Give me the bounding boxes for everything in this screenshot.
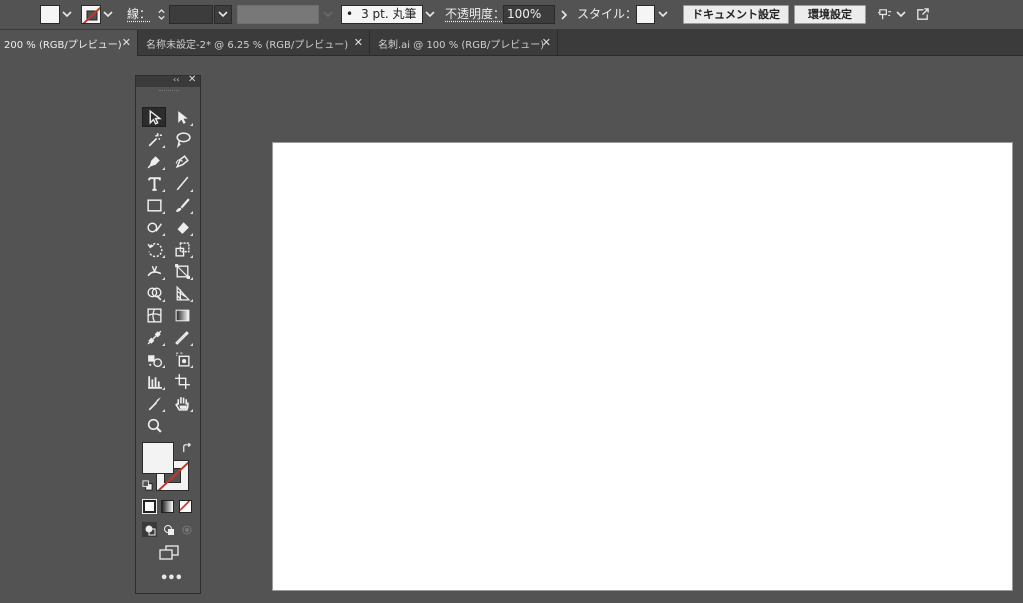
document-tab-bar: 200 % (RGB/プレビュー) ✕ 名称未設定-2* @ 6.25 % (R… [0, 30, 1023, 56]
fill-swatch[interactable] [40, 5, 60, 24]
color-mode-button[interactable] [142, 499, 157, 514]
variable-width-profile-field [237, 5, 319, 24]
opacity-label[interactable]: 不透明度： [445, 5, 505, 24]
collapse-panel-icon[interactable]: ‹‹ [173, 75, 179, 84]
tab-document-2[interactable]: 名称未設定-2* @ 6.25 % (RGB/プレビュー) ✕ [142, 30, 370, 56]
zoom-tool-icon[interactable] [142, 415, 166, 435]
gradient-mode-button[interactable] [161, 500, 174, 513]
shape-builder-tool-icon[interactable] [142, 283, 166, 303]
stroke-weight-stepper-icon[interactable] [154, 5, 168, 24]
tab-document-1[interactable]: 200 % (RGB/プレビュー) ✕ [0, 30, 138, 56]
knife-tool-icon[interactable] [142, 393, 166, 413]
tab-label: 名刺.ai @ 100 % (RGB/プレビュー) [378, 39, 545, 51]
artboard-slice-tool-icon[interactable] [170, 349, 194, 369]
draw-behind-icon[interactable] [161, 522, 176, 537]
close-icon[interactable]: ✕ [122, 37, 131, 49]
share-export-icon[interactable] [913, 5, 931, 24]
symbol-sprayer-tool-icon[interactable] [142, 349, 166, 369]
style-label: スタイル： [577, 7, 638, 21]
opacity-input[interactable]: 100% [503, 5, 555, 24]
curvature-tool-icon[interactable] [170, 151, 194, 171]
type-tool-icon[interactable] [142, 173, 166, 193]
perspective-grid-tool-icon[interactable] [170, 283, 194, 303]
stroke-swatch[interactable] [81, 5, 101, 24]
width-tool-icon[interactable] [142, 261, 166, 281]
tab-document-3[interactable]: 名刺.ai @ 100 % (RGB/プレビュー) ✕ [374, 30, 558, 56]
brush-dot-icon: • [346, 7, 354, 21]
tab-label: 200 % (RGB/プレビュー) [4, 39, 122, 51]
draw-normal-icon[interactable] [142, 522, 157, 537]
arrange-documents-icon[interactable] [875, 5, 893, 24]
tab-label: 名称未設定-2* @ 6.25 % (RGB/プレビュー) [146, 39, 349, 51]
brush-definition-value: 3 pt. 丸筆 [361, 7, 417, 21]
close-icon[interactable]: ✕ [354, 37, 363, 49]
opacity-arrow-icon[interactable] [557, 5, 571, 24]
blend-tool-icon[interactable] [142, 327, 166, 347]
rotate-tool-icon[interactable] [142, 239, 166, 259]
brush-definition-field[interactable]: • 3 pt. 丸筆 [341, 5, 423, 24]
column-graph-tool-icon[interactable] [142, 371, 166, 391]
rectangle-tool-icon[interactable] [142, 195, 166, 215]
stroke-weight-input[interactable] [169, 5, 213, 24]
eyedropper-tool-icon[interactable] [170, 327, 194, 347]
preferences-button[interactable]: 環境設定 [794, 5, 866, 24]
document-setup-button[interactable]: ドキュメント設定 [683, 5, 789, 24]
brush-dropdown-chevron-icon[interactable] [423, 5, 437, 24]
panel-grip[interactable] [159, 90, 179, 92]
default-fill-stroke-icon[interactable] [141, 479, 153, 491]
artboard[interactable] [272, 142, 1013, 591]
hand-tool-icon[interactable] [170, 393, 194, 413]
close-panel-icon[interactable]: ✕ [188, 74, 196, 85]
stroke-label[interactable]: 線： [127, 5, 151, 24]
lasso-tool-icon[interactable] [170, 129, 194, 149]
mesh-tool-icon[interactable] [142, 305, 166, 325]
gradient-tool-icon[interactable] [170, 305, 194, 325]
variable-width-chevron-icon [321, 5, 335, 24]
none-mode-button[interactable] [179, 500, 192, 513]
close-icon[interactable]: ✕ [542, 37, 551, 49]
line-segment-tool-icon[interactable] [170, 173, 194, 193]
graphic-style-swatch[interactable] [636, 5, 655, 24]
scale-tool-icon[interactable] [170, 239, 194, 259]
control-bar: 線： • 3 pt. 丸筆 不透明度： 100% スタイル： ドキュメント設定 … [0, 0, 1023, 30]
change-screen-mode-icon[interactable] [158, 545, 180, 561]
eraser-tool-icon[interactable] [170, 217, 194, 237]
shaper-tool-icon[interactable] [142, 217, 166, 237]
magic-wand-tool-icon[interactable] [142, 129, 166, 149]
tools-panel: ‹‹ ✕ ••• [135, 74, 201, 594]
tools-panel-header[interactable]: ‹‹ ✕ [136, 74, 200, 87]
fill-color-box[interactable] [142, 442, 174, 474]
swap-fill-stroke-icon[interactable] [180, 442, 192, 454]
fill-dropdown-chevron-icon[interactable] [60, 5, 74, 24]
pen-tool-icon[interactable] [142, 151, 166, 171]
direct-selection-tool-icon[interactable] [170, 107, 194, 127]
graphic-style-chevron-icon[interactable] [656, 5, 670, 24]
selection-tool-icon[interactable] [142, 107, 166, 127]
stroke-weight-dropdown-chevron-icon[interactable] [214, 5, 232, 24]
free-transform-tool-icon[interactable] [170, 261, 194, 281]
stroke-dropdown-chevron-icon[interactable] [101, 5, 115, 24]
paintbrush-tool-icon[interactable] [170, 195, 194, 215]
draw-inside-icon[interactable] [179, 522, 194, 537]
edit-toolbar-icon[interactable]: ••• [160, 572, 183, 585]
arrange-chevron-icon[interactable] [894, 5, 908, 24]
artboard-tool-icon[interactable] [170, 371, 194, 391]
